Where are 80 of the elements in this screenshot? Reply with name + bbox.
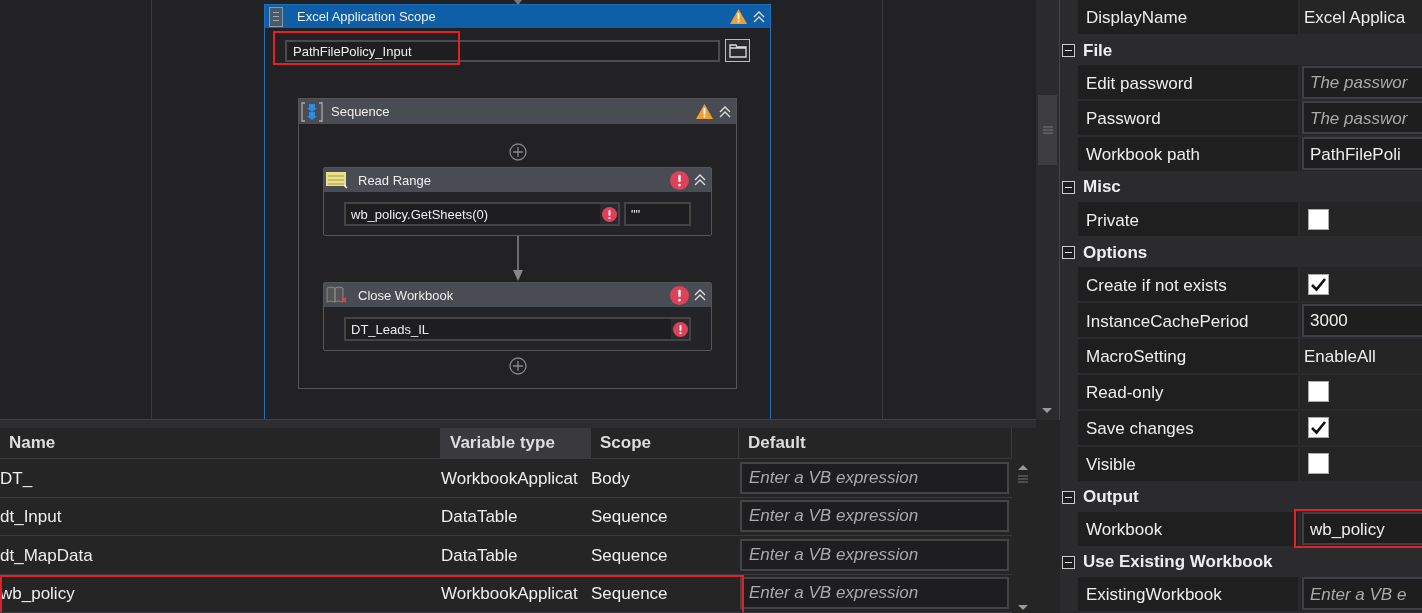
collapse-icon[interactable] xyxy=(1062,490,1075,504)
property-label: Visible xyxy=(1078,446,1298,481)
checkbox[interactable] xyxy=(1308,273,1329,295)
property-label: MacroSetting xyxy=(1078,339,1298,373)
collapse-icon[interactable] xyxy=(718,104,732,119)
expression-field[interactable]: Enter a VB expression xyxy=(740,577,1009,610)
activity-title: Sequence xyxy=(331,104,390,119)
property-label: Workbook xyxy=(1078,511,1298,546)
property-label: Create if not exists xyxy=(1078,267,1298,302)
table-cell-text: Body xyxy=(591,467,631,490)
checkbox[interactable] xyxy=(1308,453,1329,475)
activity-card[interactable]: Read Range wb_policy.GetSheets(0) "" xyxy=(323,167,712,236)
expression-field[interactable]: wb_policy.GetSheets(0) xyxy=(344,202,620,226)
category-header: File xyxy=(1083,40,1113,61)
collapse-icon[interactable] xyxy=(1062,44,1075,57)
category-header: Output xyxy=(1083,487,1139,508)
property-label: DisplayName xyxy=(1078,0,1298,34)
path-field[interactable]: PathFilePolicy_Input xyxy=(285,39,720,62)
sequence-card[interactable]: Sequence Read Range wb_policy.GetSheets(0) "" Close Workbook DT_Leads_IL xyxy=(298,98,737,389)
table-cell-text: WorkbookApplicat xyxy=(441,583,579,606)
property-value: EnableAll xyxy=(1303,346,1376,368)
table-cell-text: Sequence xyxy=(591,583,669,606)
connector-arrow xyxy=(513,0,523,6)
collapse-icon[interactable] xyxy=(1062,180,1075,194)
table-cell-text: dt_Input xyxy=(0,506,63,529)
collapse-icon[interactable] xyxy=(1062,555,1075,569)
table-cell-text: DataTable xyxy=(441,544,519,567)
property-field[interactable]: Enter a VB e xyxy=(1302,577,1422,611)
property-label: InstanceCachePeriod xyxy=(1078,303,1298,337)
expression-field[interactable]: Enter a VB expression xyxy=(740,538,1009,571)
property-field[interactable]: PathFilePoli xyxy=(1302,137,1422,171)
category-header: Options xyxy=(1083,242,1148,263)
expression-field[interactable]: "" xyxy=(624,202,691,226)
activity-card[interactable]: Close Workbook DT_Leads_IL xyxy=(323,282,712,351)
column-header[interactable]: Variable type xyxy=(441,428,591,458)
activity-title: Close Workbook xyxy=(358,287,454,303)
grip-icon xyxy=(1041,124,1054,136)
property-value: Excel Applica xyxy=(1303,7,1406,29)
scrollbar[interactable] xyxy=(1036,0,1060,420)
spreadsheet-icon xyxy=(326,171,348,189)
table-cell-text: DataTable xyxy=(441,506,519,529)
activity-title: Excel Application Scope xyxy=(297,9,436,24)
property-label: Password xyxy=(1078,101,1298,135)
property-label: Workbook path xyxy=(1078,136,1298,171)
collapse-icon[interactable] xyxy=(1062,246,1075,260)
browse-button[interactable] xyxy=(725,39,750,62)
property-field[interactable]: 3000 xyxy=(1302,303,1422,337)
book-close-icon xyxy=(326,286,348,304)
scope-card[interactable]: Excel Application Scope PathFilePolicy_Input Sequence Read Range wb_policy.GetSheets(0) "" Close Workbook DT_Leads_IL xyxy=(264,4,771,419)
sequence-icon xyxy=(301,101,323,122)
collapse-icon[interactable] xyxy=(693,288,707,302)
table-cell-text: wb_policy xyxy=(0,583,76,606)
property-field[interactable]: The passwor xyxy=(1302,101,1422,135)
table-cell-text: Sequence xyxy=(591,544,669,567)
table-cell-text: dt_MapData xyxy=(0,544,94,567)
folder-icon xyxy=(728,43,747,58)
table-cell-text: DT_ xyxy=(0,467,34,490)
book-icon xyxy=(269,6,283,27)
property-label: Save changes xyxy=(1078,410,1298,445)
expression-field[interactable]: Enter a VB expression xyxy=(740,500,1009,533)
property-label: Private xyxy=(1078,202,1298,236)
property-label: ExistingWorkbook xyxy=(1078,577,1298,611)
checkbox[interactable] xyxy=(1308,208,1329,230)
collapse-icon[interactable] xyxy=(693,173,707,187)
property-label: Read-only xyxy=(1078,374,1298,409)
table-cell-text: WorkbookApplicat xyxy=(441,467,579,490)
add-activity-icon[interactable] xyxy=(508,357,527,375)
checkbox[interactable] xyxy=(1308,417,1329,439)
category-header: Misc xyxy=(1083,177,1121,198)
table-cell-text: Sequence xyxy=(591,506,669,529)
category-header: Use Existing Workbook xyxy=(1083,552,1273,573)
checkbox[interactable] xyxy=(1308,381,1329,403)
expression-field[interactable]: Enter a VB expression xyxy=(740,461,1009,494)
property-label: Edit password xyxy=(1078,65,1298,99)
connector-arrow xyxy=(511,236,524,282)
add-activity-icon[interactable] xyxy=(508,143,527,161)
property-field[interactable]: wb_policy xyxy=(1302,512,1422,546)
property-field[interactable]: The passwor xyxy=(1302,65,1422,99)
activity-title: Read Range xyxy=(358,172,431,188)
expression-field[interactable]: DT_Leads_IL xyxy=(344,317,691,341)
